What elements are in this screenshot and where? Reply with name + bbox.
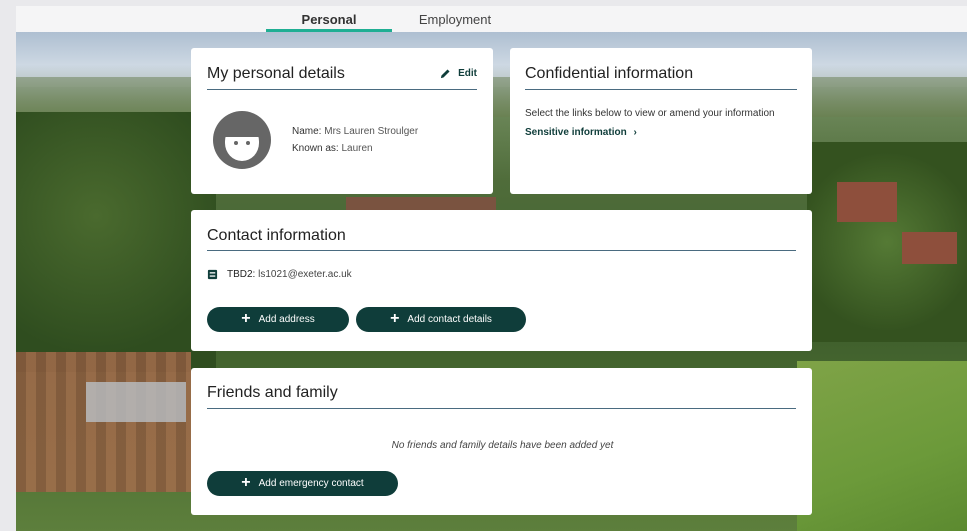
add-emergency-contact-button[interactable]: + Add emergency contact xyxy=(207,471,398,496)
contact-entry-value: ls1021@exeter.ac.uk xyxy=(258,269,352,280)
tab-personal[interactable]: Personal xyxy=(266,6,392,32)
divider xyxy=(207,89,477,90)
tab-bar: Personal Employment xyxy=(16,6,967,32)
contact-card-icon xyxy=(207,269,218,280)
plus-icon: + xyxy=(390,309,400,327)
add-contact-details-label: Add contact details xyxy=(407,314,492,325)
known-as-label: Known as: xyxy=(292,143,339,154)
add-emergency-contact-label: Add emergency contact xyxy=(258,478,364,489)
pencil-icon xyxy=(441,69,450,79)
name-label: Name: xyxy=(292,126,322,137)
known-as-value: Lauren xyxy=(341,143,373,154)
page-frame: Personal Employment My personal details … xyxy=(16,6,967,531)
divider xyxy=(207,408,796,409)
confidential-title: Confidential information xyxy=(525,65,694,82)
edit-label: Edit xyxy=(458,68,477,79)
add-address-label: Add address xyxy=(258,314,315,325)
avatar xyxy=(213,111,271,169)
divider xyxy=(525,89,797,90)
add-contact-details-button[interactable]: + Add contact details xyxy=(356,307,526,332)
plus-icon: + xyxy=(241,473,251,491)
edit-button[interactable]: Edit xyxy=(440,68,477,79)
sensitive-information-link[interactable]: Sensitive information › xyxy=(525,127,637,138)
confidential-card: Confidential information Select the link… xyxy=(510,48,812,194)
add-address-button[interactable]: + Add address xyxy=(207,307,349,332)
contact-entry: TBD2: ls1021@exeter.ac.uk xyxy=(207,269,352,280)
contact-card: Contact information TBD2: ls1021@exeter.… xyxy=(191,210,812,351)
plus-icon: + xyxy=(241,309,251,327)
name-row: Name: Mrs Lauren Stroulger xyxy=(292,126,418,137)
known-as-row: Known as: Lauren xyxy=(292,143,373,154)
empty-state-message: No friends and family details have been … xyxy=(391,440,614,451)
contact-title: Contact information xyxy=(207,227,346,244)
divider xyxy=(207,250,796,251)
chevron-right-icon: › xyxy=(633,127,637,138)
name-value: Mrs Lauren Stroulger xyxy=(324,126,419,137)
friends-family-card: Friends and family No friends and family… xyxy=(191,368,812,515)
personal-details-title: My personal details xyxy=(207,65,345,82)
confidential-description: Select the links below to view or amend … xyxy=(525,108,775,119)
contact-entry-label: TBD2: xyxy=(227,269,256,280)
friends-family-title: Friends and family xyxy=(207,384,338,401)
sensitive-information-label: Sensitive information xyxy=(525,127,627,138)
personal-details-card: My personal details Edit Name: Mrs Laure… xyxy=(191,48,493,194)
tab-employment[interactable]: Employment xyxy=(392,6,518,32)
